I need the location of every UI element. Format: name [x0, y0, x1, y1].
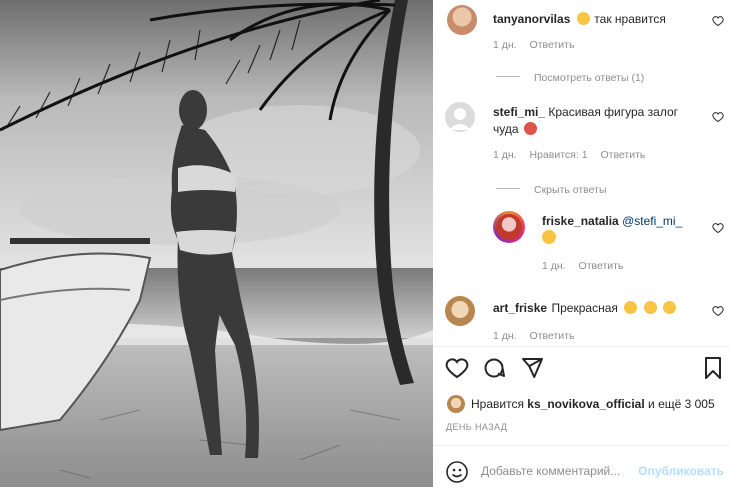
share-icon[interactable] [520, 356, 544, 380]
heart-eyes-emoji-icon [576, 12, 590, 25]
add-comment-input[interactable]: Добавьте комментарий... [481, 464, 620, 478]
comment-text-line1: Красивая фигура залог [548, 105, 679, 119]
comments-panel: tanyanorvilas так нравится 1 дн. Ответит… [433, 0, 730, 487]
heart-icon[interactable] [445, 356, 469, 380]
replies-line [496, 188, 520, 190]
avatar-tanyanorvilas[interactable] [447, 5, 477, 35]
comment-time: 1 дн. [493, 39, 517, 51]
view-replies-button[interactable]: Посмотреть ответы (1) [496, 68, 644, 86]
comment-text-line2: чуда [493, 122, 519, 136]
comment-text: так нравится [594, 12, 666, 26]
reply-button[interactable]: Ответить [579, 260, 624, 272]
reply-username[interactable]: friske_natalia [542, 214, 619, 228]
reply-button[interactable]: Ответить [530, 330, 575, 342]
hide-replies-button[interactable]: Скрыть ответы [496, 180, 607, 198]
likes-suffix[interactable]: и ещё 3 005 [648, 397, 715, 411]
avatar-friske-natalia[interactable] [493, 211, 525, 243]
comment-2: stefi_mi_ Красивая фигура залог чуда [493, 104, 693, 138]
comment-meta: 1 дн. Нравится: 1 Ответить [493, 149, 655, 161]
mention-link[interactable]: @stefi_mi_ [622, 214, 682, 228]
comment-likes-count[interactable]: Нравится: 1 [530, 149, 588, 161]
comment-like-heart-icon[interactable] [712, 15, 724, 27]
default-avatar-icon [449, 108, 471, 130]
comment-like-heart-icon[interactable] [712, 305, 724, 317]
reply-button[interactable]: Ответить [530, 39, 575, 51]
divider [433, 445, 730, 446]
likes-user[interactable]: ks_novikova_official [527, 397, 644, 411]
comment-4: art_friske Прекрасная [493, 299, 677, 317]
tongue-face-emoji-icon [523, 122, 537, 135]
reply-meta: 1 дн. Ответить [542, 260, 633, 272]
bookmark-icon[interactable] [701, 356, 725, 380]
post-date[interactable]: ДЕНЬ НАЗАД [446, 422, 507, 432]
comment-time: 1 дн. [493, 330, 517, 342]
comment-username[interactable]: art_friske [493, 301, 547, 315]
comment-text: Прекрасная [551, 301, 618, 315]
smile-emoji-icon [542, 230, 556, 244]
comment-1: tanyanorvilas так нравится [493, 10, 666, 28]
reply-button[interactable]: Ответить [600, 149, 645, 161]
view-replies-label: Посмотреть ответы (1) [534, 72, 645, 84]
comment-username[interactable]: stefi_mi_ [493, 105, 545, 119]
comment-time: 1 дн. [493, 149, 517, 161]
heart-eyes-emoji-icon [624, 301, 638, 314]
heart-eyes-emoji-icon [643, 301, 657, 314]
post-photo[interactable] [0, 0, 433, 487]
replies-line [496, 76, 520, 78]
heart-eyes-emoji-icon [663, 301, 677, 314]
avatar-stefi-mi[interactable] [445, 102, 475, 132]
publish-button[interactable]: Опубликовать [638, 464, 724, 478]
avatar-art-friske[interactable] [445, 296, 475, 326]
comment-icon[interactable] [482, 356, 506, 380]
comment-username[interactable]: tanyanorvilas [493, 12, 570, 26]
liker-avatar[interactable] [447, 395, 465, 413]
emoji-picker-icon[interactable] [445, 460, 469, 484]
beach-photo-image [0, 0, 433, 487]
hide-replies-label: Скрыть ответы [534, 184, 607, 196]
likes-prefix: Нравится [471, 397, 524, 411]
comment-meta: 1 дн. Ответить [493, 39, 584, 51]
comment-like-heart-icon[interactable] [712, 111, 724, 123]
likes-summary[interactable]: Нравится ks_novikova_official и ещё 3 00… [471, 397, 715, 411]
comment-like-heart-icon[interactable] [712, 222, 724, 234]
reply-time: 1 дн. [542, 260, 566, 272]
divider [433, 346, 730, 347]
reply-1: friske_natalia @stefi_mi_ [542, 213, 712, 247]
story-avatar-image [496, 214, 522, 240]
comment-meta: 1 дн. Ответить [493, 330, 584, 342]
